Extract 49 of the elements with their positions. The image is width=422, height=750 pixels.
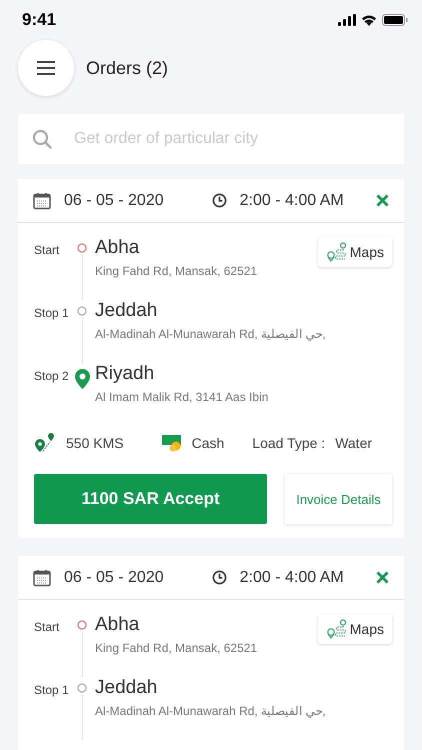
- order-date: 06 - 05 - 2020: [64, 568, 164, 586]
- stop-marker-icon: [77, 683, 87, 693]
- city-address: Al-Madinah Al-Munawarah Rd, حي الفيصلية,: [95, 327, 327, 341]
- page-title: Orders (2): [86, 58, 168, 78]
- route-map-icon: [326, 619, 348, 639]
- city-name: Abha: [95, 614, 140, 636]
- start-marker-icon: [77, 620, 87, 630]
- calendar-icon: [33, 568, 51, 586]
- city-name: Jeddah: [95, 677, 158, 699]
- close-icon[interactable]: [376, 194, 389, 207]
- city-address: King Fahd Rd, Mansak, 62521: [95, 641, 258, 655]
- order-time: 2:00 - 4:00 AM: [240, 192, 344, 210]
- city-address: Al Imam Malik Rd, 3141 Aas Ibin: [95, 390, 270, 404]
- menu-button[interactable]: [18, 40, 74, 96]
- maps-button[interactable]: Maps: [318, 237, 392, 267]
- calendar-icon: [33, 192, 51, 210]
- route-icon: [34, 433, 56, 453]
- city-name: Abha: [95, 237, 140, 259]
- city-name: Riyadh: [95, 363, 156, 385]
- route-map-icon: [326, 242, 348, 262]
- close-icon[interactable]: [376, 571, 389, 584]
- stop-label: Start: [34, 242, 60, 257]
- accept-button[interactable]: 1100 SAR Accept: [34, 474, 267, 524]
- stop-label: Start: [34, 619, 60, 634]
- status-time: 9:41: [22, 10, 56, 30]
- stop-label: Stop 1: [34, 305, 70, 320]
- stop-label: Stop 1: [34, 682, 70, 697]
- load-type-label: Load Type :: [252, 435, 326, 451]
- order-date: 06 - 05 - 2020: [64, 192, 164, 210]
- start-marker-icon: [77, 243, 87, 253]
- clock-icon: [212, 570, 227, 585]
- city-address: King Fahd Rd, Mansak, 62521: [95, 264, 258, 278]
- cash-icon: [162, 434, 182, 452]
- location-pin-icon: [74, 369, 90, 389]
- clock-icon: [212, 193, 227, 208]
- battery-icon: [382, 14, 408, 26]
- stop-marker-icon: [77, 306, 87, 316]
- distance-text: 550 KMS: [66, 435, 124, 451]
- signal-icon: [338, 14, 356, 26]
- maps-button[interactable]: Maps: [318, 614, 392, 644]
- invoice-details-button[interactable]: Invoice Details: [285, 474, 392, 524]
- order-time: 2:00 - 4:00 AM: [240, 568, 344, 586]
- city-name: Jeddah: [95, 300, 158, 322]
- stop-label: Stop 2: [34, 368, 70, 383]
- city-address: Al-Madinah Al-Munawarah Rd, حي الفيصلية,: [95, 704, 327, 718]
- payment-text: Cash: [192, 435, 224, 451]
- wifi-icon: [361, 14, 377, 26]
- load-type-value: Water: [335, 435, 372, 451]
- menu-icon: [37, 60, 55, 76]
